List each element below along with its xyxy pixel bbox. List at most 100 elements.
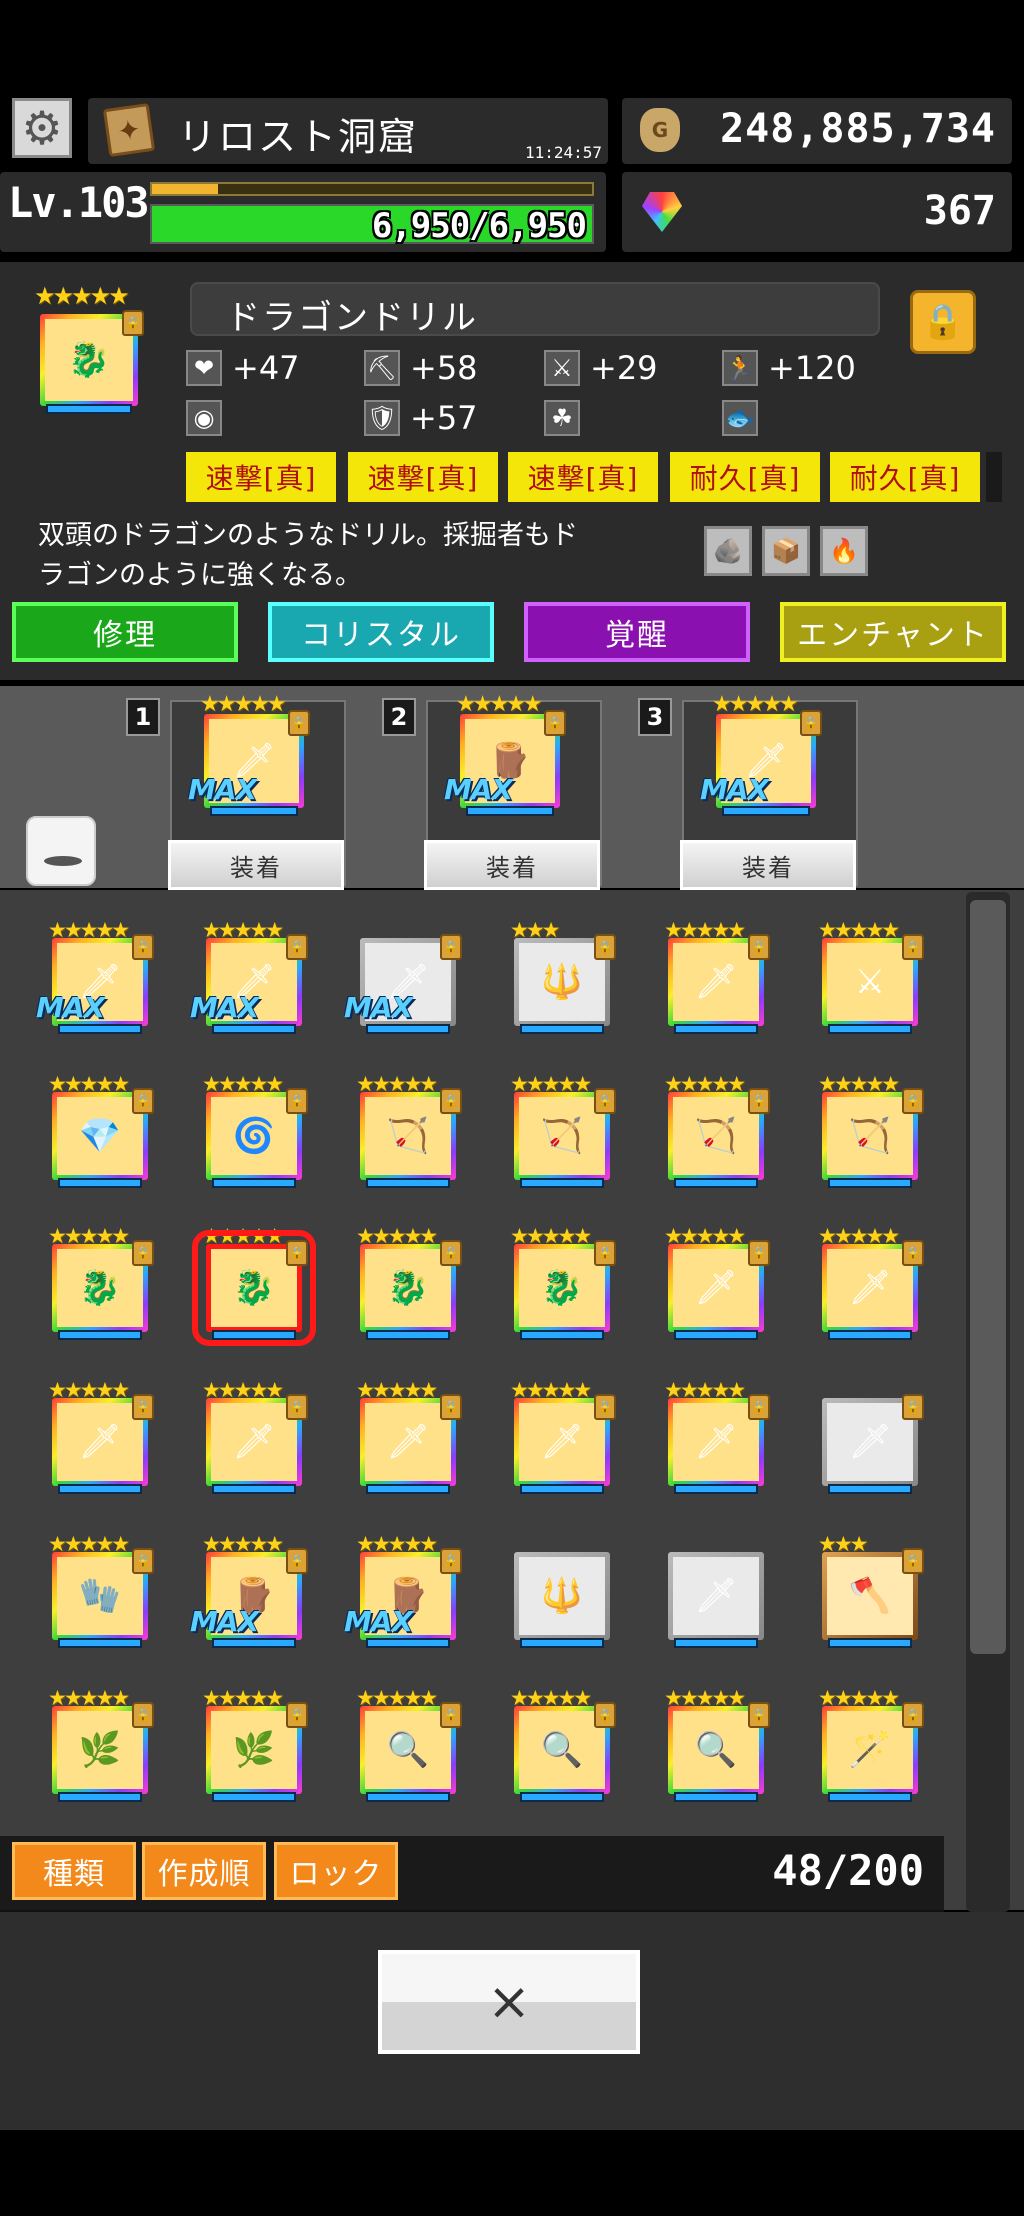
inventory-item[interactable]: ★★★★★ 🗡 🔒: [664, 1380, 770, 1494]
inventory-item[interactable]: ★★★★★ 🐉 🔒: [192, 1226, 316, 1346]
item-icon: 🗡: [673, 1403, 759, 1481]
sort-created-button[interactable]: 作成順: [142, 1842, 266, 1900]
stat-runner: 🏃 +120: [722, 348, 856, 388]
runner-icon: 🏃: [722, 350, 758, 386]
inventory-item[interactable]: ★★★★★ 🐉 🔒: [48, 1226, 154, 1340]
lock-icon: 🔒: [132, 1548, 154, 1574]
inventory-item[interactable]: ★★★★★ 🌀 🔒: [202, 1074, 308, 1188]
target-icon: ◉: [186, 400, 222, 436]
inventory-item[interactable]: ★★★ 🔱 🔒: [510, 920, 616, 1034]
close-button[interactable]: ×: [378, 1950, 640, 2054]
inventory-item[interactable]: ★★★★★ 🔍 🔒: [664, 1688, 770, 1802]
chat-bubble-button[interactable]: [26, 816, 96, 886]
lock-filter-button[interactable]: ロック: [274, 1842, 398, 1900]
gem-icon: [642, 192, 682, 232]
inventory-item[interactable]: ★★★★★ 🗡 🔒: [48, 1380, 154, 1494]
inventory-item[interactable]: ★★★★★ 🌿 🔒: [202, 1688, 308, 1802]
equip-slot-2[interactable]: ★★★★★ 🪵 🔒 MAX 装着: [424, 694, 602, 890]
slot-stars: ★★★★★: [200, 692, 287, 717]
lock-icon: 🔒: [122, 310, 144, 336]
heart-icon: ❤: [186, 350, 222, 386]
lock-icon: 🔒: [132, 1394, 154, 1420]
equip-button[interactable]: 装着: [680, 840, 856, 890]
inventory-item[interactable]: ★★★★★ 💎 🔒: [48, 1074, 154, 1188]
settings-gear-button[interactable]: ⚙: [12, 98, 72, 158]
lock-icon: 🔒: [902, 1548, 924, 1574]
inventory-item[interactable]: ★★★★★ 🗡 🔒 MAX: [36, 920, 154, 1034]
location-panel: ✦ リロスト洞窟 11:24:57: [88, 98, 608, 164]
inventory-item[interactable]: ★★★★★ 🧤 🔒: [48, 1534, 154, 1648]
item-icon: 🗡: [519, 1403, 605, 1481]
lock-icon: 🔒: [286, 1702, 308, 1728]
item-icon: 🧤: [57, 1557, 143, 1635]
lock-icon: 🔒: [440, 934, 462, 960]
equip-button[interactable]: 装着: [424, 840, 600, 890]
inventory-item[interactable]: 🗡: [668, 1534, 764, 1648]
stat-clover: ☘: [544, 398, 590, 438]
inventory-item[interactable]: ★★★★★ 🗡 🔒: [664, 920, 770, 1034]
max-label: MAX: [344, 1605, 413, 1638]
awaken-button[interactable]: 覚醒: [524, 602, 750, 662]
sort-type-button[interactable]: 種類: [12, 1842, 136, 1900]
inventory-item[interactable]: ★★★★★ ⚔ 🔒: [818, 920, 924, 1034]
inventory-item[interactable]: ★★★★★ 🪄 🔒: [818, 1688, 924, 1802]
slot-stars: ★★★★★: [456, 692, 543, 717]
inventory-item[interactable]: ★★★★★ 🐉 🔒: [356, 1226, 462, 1340]
scrollbar-thumb[interactable]: [970, 900, 1006, 1654]
lock-icon: 🔒: [748, 1394, 770, 1420]
inventory-item[interactable]: ★★★★★ 🐉 🔒: [510, 1226, 616, 1340]
item-name: ドラゴンドリル: [226, 298, 478, 338]
inventory-item[interactable]: ★★★★★ 🏹 🔒: [356, 1074, 462, 1188]
game-screen: { "header": { "location_name": "リロスト洞窟",…: [0, 0, 1024, 2216]
lock-icon: 🔒: [286, 1548, 308, 1574]
tag-overflow: [986, 452, 1002, 502]
inventory-item[interactable]: ★★★★★ 🗡 🔒: [818, 1226, 924, 1340]
clock-time: 11:24:57: [524, 143, 602, 162]
gold-bag-icon: G: [640, 108, 680, 152]
slot-number: 3: [638, 698, 672, 736]
inventory-item[interactable]: ★★★★★ 🏹 🔒: [664, 1074, 770, 1188]
item-icon: 🔍: [673, 1711, 759, 1789]
inventory-item[interactable]: ★★★★★ 🗡 🔒: [202, 1380, 308, 1494]
equip-slot-1[interactable]: ★★★★★ 🗡 🔒 MAX 装着: [168, 694, 346, 890]
crystal-button[interactable]: コリスタル: [268, 602, 494, 662]
item-icon: 🔍: [365, 1711, 451, 1789]
inventory-item[interactable]: ★★★ 🪓 🔒: [818, 1534, 924, 1648]
inventory-item[interactable]: ★★★★★ 🏹 🔒: [818, 1074, 924, 1188]
inventory-item[interactable]: 🗡 🔒: [822, 1380, 924, 1494]
item-lock-button[interactable]: 🔒: [910, 290, 976, 354]
max-label: MAX: [700, 773, 769, 806]
effect-tag: 耐久[真]: [830, 452, 980, 502]
inventory-item[interactable]: ★★★★★ 🗡 🔒: [664, 1226, 770, 1340]
equip-slot-3[interactable]: ★★★★★ 🗡 🔒 MAX 装着: [680, 694, 858, 890]
inventory-item[interactable]: ★★★★★ 🔍 🔒: [510, 1688, 616, 1802]
item-icon: 🌿: [211, 1711, 297, 1789]
repair-button[interactable]: 修理: [12, 602, 238, 662]
inventory-scrollbar[interactable]: [966, 892, 1010, 1912]
lock-icon: 🔒: [440, 1088, 462, 1114]
inventory-item[interactable]: 🗡 🔒 MAX: [344, 920, 462, 1034]
item-icon: 🌿: [57, 1711, 143, 1789]
lock-icon: 🔒: [132, 1702, 154, 1728]
inventory-item[interactable]: 🔱: [514, 1534, 610, 1648]
inventory-item[interactable]: ★★★★★ 🗡 🔒: [356, 1380, 462, 1494]
inventory-item[interactable]: ★★★★★ 🗡 🔒 MAX: [190, 920, 308, 1034]
lock-icon: 🔒: [544, 710, 566, 736]
inventory-item[interactable]: ★★★★★ 🪵 🔒 MAX: [344, 1534, 462, 1648]
inventory-item[interactable]: ★★★★★ 🌿 🔒: [48, 1688, 154, 1802]
slot-number: 2: [382, 698, 416, 736]
item-icon: 🔍: [519, 1711, 605, 1789]
enchant-button[interactable]: エンチャント: [780, 602, 1006, 662]
inventory-item[interactable]: ★★★★★ 🔍 🔒: [356, 1688, 462, 1802]
item-icon: 🐉: [365, 1249, 451, 1327]
effect-tag: 速撃[真]: [508, 452, 658, 502]
inventory-item[interactable]: ★★★★★ 🪵 🔒 MAX: [190, 1534, 308, 1648]
lock-icon: 🔒: [286, 1088, 308, 1114]
equip-button[interactable]: 装着: [168, 840, 344, 890]
max-label: MAX: [36, 991, 105, 1024]
max-label: MAX: [344, 991, 413, 1024]
inventory-item[interactable]: ★★★★★ 🗡 🔒: [510, 1380, 616, 1494]
item-icon: 🐉: [57, 1249, 143, 1327]
inventory-item[interactable]: ★★★★★ 🏹 🔒: [510, 1074, 616, 1188]
item-icon: ⚔: [827, 943, 913, 1021]
